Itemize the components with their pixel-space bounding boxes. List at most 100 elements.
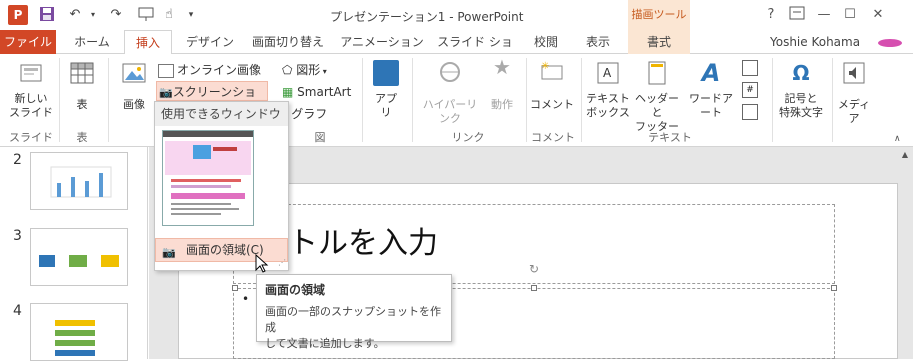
table-label: 表 [76, 98, 88, 111]
user-name[interactable]: Yoshie Kohama [770, 30, 860, 54]
online-image-label: オンライン画像 [177, 63, 262, 77]
apps-label-2: リ [380, 106, 392, 119]
media-label: メディア [837, 98, 871, 125]
bullet: • [242, 292, 250, 306]
group-label-link: リンク [451, 131, 485, 144]
screen-clip-label: 画面の領域(C) [186, 243, 264, 257]
ribbon-separator [108, 58, 109, 142]
apps-button[interactable]: アプ リ [368, 60, 404, 120]
new-slide-icon [18, 60, 44, 86]
star-icon: ★ [493, 55, 511, 79]
tab-insert[interactable]: 挿入 [124, 30, 172, 55]
tooltip-line-2: して文書に追加します。 [265, 337, 385, 350]
collapse-ribbon-icon[interactable]: ∧ [894, 134, 901, 144]
image-button[interactable]: 画像 [116, 60, 152, 112]
slide-thumbnail-3[interactable] [30, 228, 128, 286]
maximize-icon[interactable]: ☐ [840, 6, 860, 24]
wordart-label: ワードアート [689, 92, 733, 119]
media-button[interactable]: メディア [834, 60, 874, 126]
header-footer-button[interactable]: ヘッダーと フッター [632, 60, 682, 134]
smartart-icon: ▦ [282, 85, 298, 99]
help-icon[interactable]: ? [761, 6, 781, 24]
svg-text:A: A [603, 66, 612, 80]
hyperlink-button[interactable]: ハイパーリンク [418, 60, 482, 126]
slide-number: 3 [13, 228, 22, 244]
save-icon[interactable] [38, 6, 56, 24]
smartart-button[interactable]: ▦ SmartArt [282, 82, 351, 102]
ribbon-separator [832, 58, 833, 142]
textbox-label-2: ボックス [586, 106, 630, 119]
date-time-icon[interactable] [742, 60, 758, 76]
tab-view[interactable]: 表示 [578, 30, 618, 54]
slide-thumbnail-4[interactable] [30, 303, 128, 361]
action-button[interactable]: ★ 動作 [486, 55, 518, 112]
object-icon[interactable] [742, 104, 758, 120]
image-label: 画像 [123, 98, 145, 111]
tab-review[interactable]: 校閲 [526, 30, 566, 54]
comment-icon: ✳ [539, 60, 565, 86]
textbox-button[interactable]: A テキスト ボックス [586, 60, 630, 120]
wordart-icon: A [701, 59, 721, 87]
tooltip-title: 画面の領域 [265, 283, 326, 297]
online-image-button[interactable]: オンライン画像 [158, 60, 261, 80]
table-icon [69, 60, 95, 86]
symbol-label-2: 特殊文字 [779, 106, 823, 119]
slide-number-icon[interactable]: # [742, 82, 758, 98]
shapes-button[interactable]: ⬠ 図形 ▾ [282, 60, 327, 80]
tooltip-description: 画面の一部のスナップショットを作成 して文書に追加します。 [265, 304, 443, 352]
tab-design[interactable]: デザイン [180, 30, 240, 54]
redo-icon[interactable]: ↷ [107, 6, 125, 24]
wordart-button[interactable]: A ワードアート [684, 60, 738, 120]
comment-button[interactable]: ✳ コメント [530, 60, 574, 112]
tab-transitions[interactable]: 画面切り替え [248, 30, 328, 54]
powerpoint-logo-icon: P [8, 5, 28, 25]
slide-thumbnail-2[interactable] [30, 152, 128, 210]
present-icon[interactable] [137, 6, 155, 24]
tab-slide-show[interactable]: スライド ショー [432, 30, 518, 73]
header-footer-label-1: ヘッダーと [635, 92, 679, 119]
scroll-up-icon[interactable]: ▲ [898, 150, 912, 164]
resize-handle[interactable] [232, 285, 238, 291]
smartart-label: SmartArt [297, 85, 352, 99]
group-label-comment: コメント [531, 131, 575, 144]
ribbon-separator [59, 58, 60, 142]
touch-mode-icon[interactable]: ☝ [160, 6, 178, 24]
minimize-icon[interactable]: — [814, 6, 834, 24]
tab-animations[interactable]: アニメーション [338, 30, 426, 54]
resize-handle[interactable] [831, 285, 837, 291]
title-placeholder-text: トルを入力 [288, 226, 438, 261]
close-icon[interactable]: ✕ [868, 6, 888, 24]
contextual-tab-group-label: 描画ツール [628, 0, 690, 30]
tab-home[interactable]: ホーム [64, 30, 120, 54]
undo-icon[interactable]: ↶ [66, 6, 84, 24]
resize-grip-icon[interactable]: ⋰ [278, 258, 286, 267]
available-windows-header: 使用できるウィンドウ [155, 102, 288, 126]
new-slide-label-2: スライド [9, 106, 53, 119]
available-window-thumbnail[interactable] [162, 130, 254, 226]
tab-format[interactable]: 書式 [628, 30, 690, 54]
screenshot-button[interactable]: 📷スクリーンショット ▾ [156, 81, 268, 120]
group-label-table: 表 [76, 131, 88, 144]
shapes-label: 図形 [296, 63, 321, 77]
customize-icon[interactable]: ▾ [182, 6, 200, 24]
tooltip: 画面の領域 画面の一部のスナップショットを作成 して文書に追加します。 [256, 274, 452, 350]
undo-dropdown-icon[interactable]: ▾ [84, 6, 102, 24]
rotate-handle-icon[interactable]: ↻ [529, 262, 539, 276]
action-label: 動作 [491, 98, 513, 111]
tab-file[interactable]: ファイル [0, 30, 56, 54]
user-avatar-icon[interactable] [876, 37, 904, 47]
ribbon-display-icon[interactable] [787, 6, 807, 24]
image-icon [121, 60, 147, 86]
screen-clip-icon: 📷 [162, 246, 176, 259]
symbol-button[interactable]: Ω 記号と 特殊文字 [776, 60, 826, 120]
resize-handle[interactable] [531, 285, 537, 291]
globe-link-icon [437, 60, 463, 86]
ribbon-separator [772, 58, 773, 142]
textbox-label-1: テキスト [586, 92, 630, 105]
header-footer-icon [644, 60, 670, 86]
omega-icon: Ω [792, 61, 810, 85]
ribbon-separator [412, 58, 413, 142]
new-slide-button[interactable]: 新しい スライド [8, 60, 54, 120]
symbol-label-1: 記号と [784, 92, 818, 105]
table-button[interactable]: 表 [64, 60, 100, 112]
